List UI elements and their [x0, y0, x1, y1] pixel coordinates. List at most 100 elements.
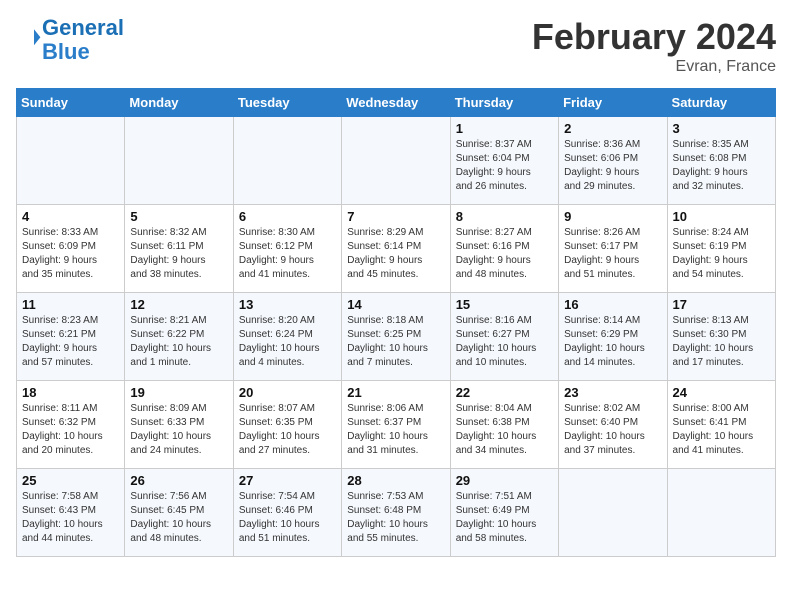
- calendar-cell: 5 Sunrise: 8:32 AM Sunset: 6:11 PM Daylig…: [125, 205, 233, 293]
- day-info: Sunrise: 8:00 AM Sunset: 6:41 PM Dayligh…: [673, 402, 770, 458]
- day-info: Sunrise: 8:11 AM Sunset: 6:32 PM Dayligh…: [22, 402, 119, 458]
- calendar-cell: 8 Sunrise: 8:27 AM Sunset: 6:16 PM Daylig…: [450, 205, 558, 293]
- day-number: 20: [239, 385, 336, 400]
- calendar-cell: 25 Sunrise: 7:58 AM Sunset: 6:43 PM Dayli…: [17, 469, 125, 557]
- calendar-cell: 17Sunrise: 8:13 AM Sunset: 6:30 PM Dayli…: [667, 293, 775, 381]
- calendar-cell: 11 Sunrise: 8:23 AM Sunset: 6:21 PM Dayli…: [17, 293, 125, 381]
- calendar-cell: [17, 117, 125, 205]
- calendar-cell: 26Sunrise: 7:56 AM Sunset: 6:45 PM Dayli…: [125, 469, 233, 557]
- header-row: SundayMondayTuesdayWednesdayThursdayFrid…: [17, 89, 776, 117]
- day-info: Sunrise: 8:04 AM Sunset: 6:38 PM Dayligh…: [456, 402, 553, 458]
- day-number: 26: [130, 473, 227, 488]
- logo-line2: Blue: [42, 39, 90, 64]
- calendar-cell: 15 Sunrise: 8:16 AM Sunset: 6:27 PM Dayli…: [450, 293, 558, 381]
- day-number: 5: [130, 209, 227, 224]
- day-number: 28: [347, 473, 444, 488]
- calendar-cell: [233, 117, 341, 205]
- calendar-cell: 18 Sunrise: 8:11 AM Sunset: 6:32 PM Dayli…: [17, 381, 125, 469]
- day-info: Sunrise: 8:07 AM Sunset: 6:35 PM Dayligh…: [239, 402, 336, 458]
- calendar-cell: 6Sunrise: 8:30 AM Sunset: 6:12 PM Daylig…: [233, 205, 341, 293]
- day-info: Sunrise: 8:06 AM Sunset: 6:37 PM Dayligh…: [347, 402, 444, 458]
- day-info: Sunrise: 8:02 AM Sunset: 6:40 PM Dayligh…: [564, 402, 661, 458]
- calendar-cell: 4 Sunrise: 8:33 AM Sunset: 6:09 PM Daylig…: [17, 205, 125, 293]
- day-number: 27: [239, 473, 336, 488]
- calendar-cell: 16 Sunrise: 8:14 AM Sunset: 6:29 PM Dayli…: [559, 293, 667, 381]
- day-info: Sunrise: 8:29 AM Sunset: 6:14 PM Dayligh…: [347, 226, 444, 282]
- col-header-tuesday: Tuesday: [233, 89, 341, 117]
- day-number: 23: [564, 385, 661, 400]
- calendar-cell: 27 Sunrise: 7:54 AM Sunset: 6:46 PM Dayli…: [233, 469, 341, 557]
- day-info: Sunrise: 7:51 AM Sunset: 6:49 PM Dayligh…: [456, 490, 553, 546]
- day-number: 15: [456, 297, 553, 312]
- day-number: 29: [456, 473, 553, 488]
- calendar-cell: [342, 117, 450, 205]
- day-number: 8: [456, 209, 553, 224]
- day-number: 24: [673, 385, 770, 400]
- calendar-cell: 14Sunrise: 8:18 AM Sunset: 6:25 PM Dayli…: [342, 293, 450, 381]
- calendar-body: 1 Sunrise: 8:37 AM Sunset: 6:04 PM Daylig…: [17, 117, 776, 557]
- day-number: 7: [347, 209, 444, 224]
- calendar-cell: 23 Sunrise: 8:02 AM Sunset: 6:40 PM Dayli…: [559, 381, 667, 469]
- calendar-cell: 7 Sunrise: 8:29 AM Sunset: 6:14 PM Daylig…: [342, 205, 450, 293]
- calendar-cell: 10 Sunrise: 8:24 AM Sunset: 6:19 PM Dayli…: [667, 205, 775, 293]
- calendar-cell: 13Sunrise: 8:20 AM Sunset: 6:24 PM Dayli…: [233, 293, 341, 381]
- day-number: 21: [347, 385, 444, 400]
- calendar-cell: 9Sunrise: 8:26 AM Sunset: 6:17 PM Daylig…: [559, 205, 667, 293]
- col-header-saturday: Saturday: [667, 89, 775, 117]
- day-info: Sunrise: 8:21 AM Sunset: 6:22 PM Dayligh…: [130, 314, 227, 370]
- day-info: Sunrise: 7:53 AM Sunset: 6:48 PM Dayligh…: [347, 490, 444, 546]
- day-number: 2: [564, 121, 661, 136]
- col-header-monday: Monday: [125, 89, 233, 117]
- week-row-1: 4 Sunrise: 8:33 AM Sunset: 6:09 PM Daylig…: [17, 205, 776, 293]
- calendar-subtitle: Evran, France: [532, 58, 776, 76]
- calendar-cell: 19 Sunrise: 8:09 AM Sunset: 6:33 PM Dayli…: [125, 381, 233, 469]
- day-number: 12: [130, 297, 227, 312]
- day-info: Sunrise: 8:32 AM Sunset: 6:11 PM Dayligh…: [130, 226, 227, 282]
- day-number: 18: [22, 385, 119, 400]
- calendar-cell: 24 Sunrise: 8:00 AM Sunset: 6:41 PM Dayli…: [667, 381, 775, 469]
- calendar-cell: 21 Sunrise: 8:06 AM Sunset: 6:37 PM Dayli…: [342, 381, 450, 469]
- day-number: 4: [22, 209, 119, 224]
- day-info: Sunrise: 8:36 AM Sunset: 6:06 PM Dayligh…: [564, 138, 661, 194]
- week-row-4: 25 Sunrise: 7:58 AM Sunset: 6:43 PM Dayli…: [17, 469, 776, 557]
- day-number: 19: [130, 385, 227, 400]
- day-info: Sunrise: 8:23 AM Sunset: 6:21 PM Dayligh…: [22, 314, 119, 370]
- day-info: Sunrise: 8:27 AM Sunset: 6:16 PM Dayligh…: [456, 226, 553, 282]
- day-info: Sunrise: 8:16 AM Sunset: 6:27 PM Dayligh…: [456, 314, 553, 370]
- day-info: Sunrise: 8:18 AM Sunset: 6:25 PM Dayligh…: [347, 314, 444, 370]
- day-info: Sunrise: 8:37 AM Sunset: 6:04 PM Dayligh…: [456, 138, 553, 194]
- day-number: 6: [239, 209, 336, 224]
- calendar-title: February 2024: [532, 16, 776, 58]
- calendar-cell: 12 Sunrise: 8:21 AM Sunset: 6:22 PM Dayli…: [125, 293, 233, 381]
- week-row-3: 18 Sunrise: 8:11 AM Sunset: 6:32 PM Dayli…: [17, 381, 776, 469]
- day-number: 16: [564, 297, 661, 312]
- col-header-thursday: Thursday: [450, 89, 558, 117]
- day-info: Sunrise: 8:09 AM Sunset: 6:33 PM Dayligh…: [130, 402, 227, 458]
- logo-icon: [18, 26, 42, 50]
- calendar-header: SundayMondayTuesdayWednesdayThursdayFrid…: [17, 89, 776, 117]
- day-info: Sunrise: 7:58 AM Sunset: 6:43 PM Dayligh…: [22, 490, 119, 546]
- col-header-sunday: Sunday: [17, 89, 125, 117]
- title-block: February 2024 Evran, France: [532, 16, 776, 76]
- calendar-cell: 28 Sunrise: 7:53 AM Sunset: 6:48 PM Dayli…: [342, 469, 450, 557]
- day-number: 13: [239, 297, 336, 312]
- day-info: Sunrise: 8:14 AM Sunset: 6:29 PM Dayligh…: [564, 314, 661, 370]
- day-info: Sunrise: 7:54 AM Sunset: 6:46 PM Dayligh…: [239, 490, 336, 546]
- calendar-cell: 1 Sunrise: 8:37 AM Sunset: 6:04 PM Daylig…: [450, 117, 558, 205]
- day-number: 22: [456, 385, 553, 400]
- day-number: 10: [673, 209, 770, 224]
- day-number: 25: [22, 473, 119, 488]
- calendar-cell: 29 Sunrise: 7:51 AM Sunset: 6:49 PM Dayli…: [450, 469, 558, 557]
- day-number: 1: [456, 121, 553, 136]
- day-info: Sunrise: 8:35 AM Sunset: 6:08 PM Dayligh…: [673, 138, 770, 194]
- day-number: 11: [22, 297, 119, 312]
- logo-text: General Blue: [42, 16, 124, 64]
- day-info: Sunrise: 8:13 AM Sunset: 6:30 PM Dayligh…: [673, 314, 770, 370]
- logo: General Blue: [16, 16, 124, 64]
- calendar-cell: 22 Sunrise: 8:04 AM Sunset: 6:38 PM Dayli…: [450, 381, 558, 469]
- day-info: Sunrise: 8:33 AM Sunset: 6:09 PM Dayligh…: [22, 226, 119, 282]
- day-info: Sunrise: 8:24 AM Sunset: 6:19 PM Dayligh…: [673, 226, 770, 282]
- col-header-friday: Friday: [559, 89, 667, 117]
- calendar-cell: 20 Sunrise: 8:07 AM Sunset: 6:35 PM Dayli…: [233, 381, 341, 469]
- calendar-cell: [125, 117, 233, 205]
